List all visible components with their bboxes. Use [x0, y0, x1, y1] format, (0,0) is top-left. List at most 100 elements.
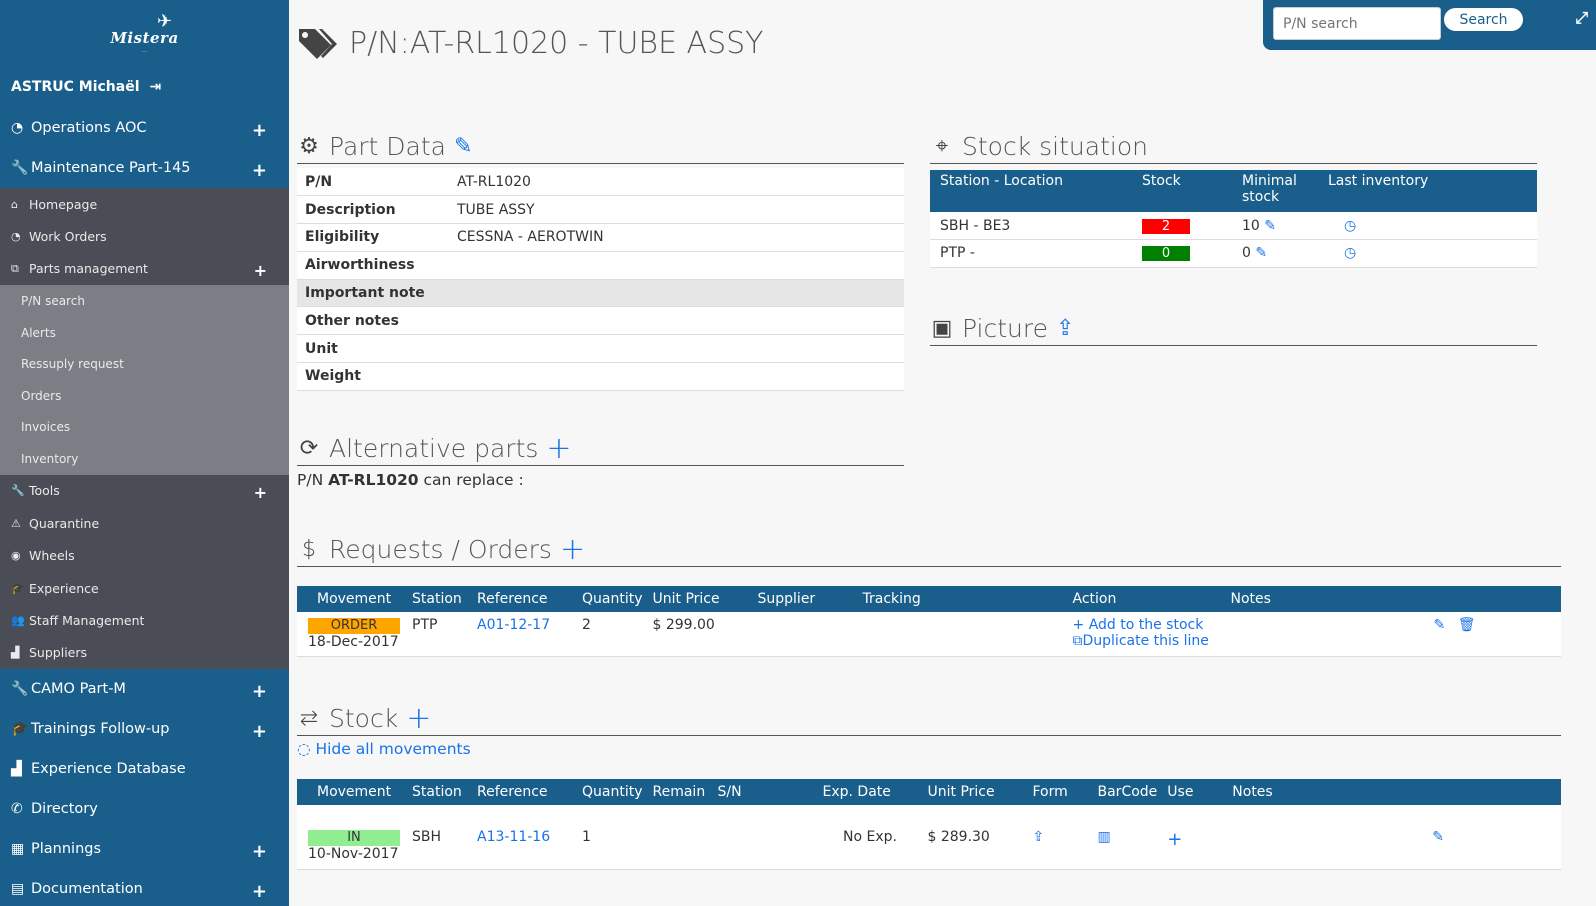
tags-icon: [299, 28, 337, 59]
minimal-stock-value: 0: [1242, 245, 1251, 262]
column-header: Quantity: [577, 779, 648, 805]
sidebar-item-pn-search[interactable]: P/N search: [0, 285, 289, 317]
sidebar-item-directory[interactable]: ✆ Directory: [0, 789, 289, 829]
sidebar-item-invoices[interactable]: Invoices: [0, 412, 289, 444]
section-title-text: Part Data: [329, 132, 446, 161]
sidebar-item-homepage[interactable]: ⌂ Homepage: [0, 188, 289, 220]
table-row: Eligibility CESSNA - AEROTWIN: [297, 223, 904, 252]
expand-icon[interactable]: ⤢: [1575, 8, 1588, 28]
movement-badge: IN: [308, 830, 400, 846]
sidebar-item-label: Work Orders: [29, 229, 107, 245]
logout-icon[interactable]: ⇥: [150, 79, 162, 95]
main-content: P/N:AT-RL1020 - TUBE ASSY Search ⤢ ⚙ Par…: [289, 0, 1596, 906]
quantity-cell: 1: [577, 805, 648, 870]
table-row: ORDER 18-Dec-2017 PTP A01-12-17 2 $ 299.…: [297, 612, 1561, 657]
row-key: Other notes: [297, 306, 449, 336]
add-alternative-button[interactable]: +: [546, 433, 571, 463]
clock-icon[interactable]: ◷: [1344, 218, 1356, 234]
expand-icon[interactable]: +: [252, 160, 267, 181]
column-header: Action: [1067, 586, 1226, 612]
expand-icon[interactable]: +: [252, 881, 267, 902]
duplicate-line-link[interactable]: ⧉Duplicate this line: [1073, 633, 1209, 649]
stock-situation-table: Station - Location Stock Minimal stock L…: [930, 170, 1537, 268]
sidebar-item-inventory[interactable]: Inventory: [0, 443, 289, 475]
sidebar-item-experience[interactable]: 🎓 Experience: [0, 572, 289, 604]
pn-search-input[interactable]: [1273, 7, 1441, 40]
sidebar-item-documentation[interactable]: ▤ Documentation +: [0, 869, 289, 906]
reference-link[interactable]: A01-12-17: [477, 617, 550, 633]
sn-cell: [712, 805, 818, 870]
sidebar-item-quarantine[interactable]: ⚠ Quarantine: [0, 507, 289, 539]
column-header: Station: [407, 779, 472, 805]
upload-icon[interactable]: ⇪: [1056, 316, 1074, 341]
sidebar-item-label: Documentation: [31, 881, 143, 898]
alternative-parts-heading: ⟳ Alternative parts +: [297, 433, 904, 466]
sidebar-item-maintenance-part145[interactable]: 🔧 Maintenance Part-145 +: [0, 148, 289, 188]
pencil-icon[interactable]: ✎: [1264, 218, 1276, 234]
alt-suffix: can replace :: [423, 471, 524, 489]
column-header: Reference: [472, 779, 577, 805]
sidebar-item-tools[interactable]: 🔧 Tools +: [0, 475, 289, 507]
supplier-cell: [752, 612, 858, 657]
pencil-icon[interactable]: ✎: [1432, 829, 1444, 845]
table-row: PTP - 0 0 ✎ ◷: [930, 239, 1537, 268]
last-inventory-cell: ◷: [1318, 239, 1537, 268]
hide-movements-link[interactable]: ◌ Hide all movements: [297, 740, 471, 758]
expand-icon[interactable]: +: [252, 120, 267, 141]
use-plus-icon[interactable]: +: [1167, 829, 1182, 850]
sidebar-item-staff-management[interactable]: 👥 Staff Management: [0, 604, 289, 636]
reference-cell: A01-12-17: [472, 612, 577, 657]
stock-heading: ⇄ Stock +: [297, 703, 1561, 736]
clock-icon[interactable]: ◷: [1344, 245, 1356, 261]
form-upload-icon[interactable]: ⇪: [1033, 829, 1045, 845]
tracking-cell: [857, 612, 1068, 657]
sidebar-item-experience-database[interactable]: ▟ Experience Database: [0, 749, 289, 789]
sidebar-item-wheels[interactable]: ◉ Wheels: [0, 540, 289, 572]
column-header: Remain: [647, 779, 713, 805]
sidebar-item-label: Parts management: [29, 261, 148, 277]
sidebar-item-parts-management[interactable]: ⧉ Parts management +: [0, 253, 289, 285]
sidebar-item-label: Experience Database: [31, 761, 186, 778]
sidebar-item-label: Staff Management: [29, 612, 145, 628]
expand-icon[interactable]: +: [254, 261, 267, 280]
alt-prefix: P/N: [297, 471, 324, 489]
expand-icon[interactable]: +: [252, 841, 267, 862]
expand-icon[interactable]: +: [252, 721, 267, 742]
sidebar-item-trainings[interactable]: 🎓 Trainings Follow-up +: [0, 709, 289, 749]
movement-badge: ORDER: [308, 618, 400, 634]
sidebar-item-orders[interactable]: Orders: [0, 380, 289, 412]
row-value: [449, 334, 904, 364]
alternative-parts-text: P/N AT-RL1020 can replace :: [297, 471, 524, 489]
action-cell: + Add to the stock ⧉Duplicate this line: [1067, 612, 1226, 657]
reference-link[interactable]: A13-11-16: [477, 829, 550, 845]
column-header: Movement: [297, 779, 407, 805]
add-stock-button[interactable]: +: [406, 703, 431, 733]
part-data-heading: ⚙ Part Data ✎: [297, 132, 904, 164]
sidebar-item-suppliers[interactable]: ▟ Suppliers: [0, 637, 289, 669]
user-name[interactable]: ASTRUC Michaël ⇥: [0, 66, 289, 108]
minimal-stock-value: 10: [1242, 217, 1260, 234]
search-button[interactable]: Search: [1443, 7, 1524, 32]
add-request-button[interactable]: +: [560, 534, 585, 564]
gear-icon: ⚙: [299, 134, 319, 159]
map-marker-icon: ⌖: [935, 134, 949, 159]
expand-icon[interactable]: +: [252, 681, 267, 702]
expand-icon[interactable]: +: [254, 483, 267, 502]
pencil-icon[interactable]: ✎: [454, 134, 472, 159]
pencil-icon[interactable]: ✎: [1434, 617, 1446, 633]
sidebar-item-ressuply-request[interactable]: Ressuply request: [0, 348, 289, 380]
sidebar-item-alerts[interactable]: Alerts: [0, 317, 289, 349]
sidebar-item-operations-aoc[interactable]: ◔ Operations AOC +: [0, 108, 289, 148]
logo[interactable]: ✈ Mistera —: [0, 0, 289, 66]
row-value: CESSNA - AEROTWIN: [449, 223, 904, 252]
wheel-icon: ◉: [11, 549, 21, 563]
pencil-icon[interactable]: ✎: [1255, 245, 1267, 261]
barcode-icon[interactable]: ▥: [1098, 829, 1111, 845]
sidebar-item-camo-partm[interactable]: 🔧 CAMO Part-M +: [0, 669, 289, 709]
sidebar-item-work-orders[interactable]: ◔ Work Orders: [0, 220, 289, 252]
stock-movements-table: Movement Station Reference Quantity Rema…: [297, 779, 1561, 870]
add-to-stock-link[interactable]: + Add to the stock: [1073, 617, 1204, 633]
trash-icon[interactable]: 🗑: [1458, 617, 1476, 633]
unit-price-cell: $ 289.30: [922, 805, 1028, 870]
sidebar-item-plannings[interactable]: ▦ Plannings +: [0, 829, 289, 869]
